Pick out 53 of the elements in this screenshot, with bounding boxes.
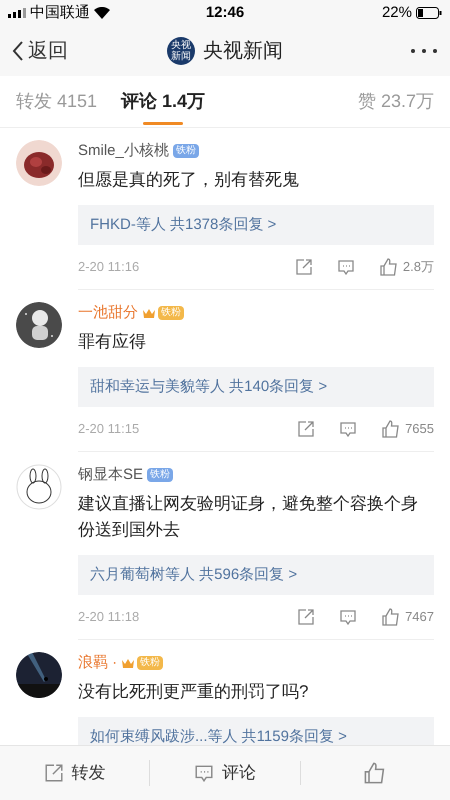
fan-badge: 铁粉 (147, 468, 174, 482)
thumbs-up-icon[interactable] (378, 257, 399, 277)
share-icon[interactable] (297, 420, 316, 438)
comment-text: 但愿是真的死了，别有替死鬼 (78, 168, 300, 190)
share-icon[interactable] (44, 763, 64, 783)
battery-percent: 22% (382, 2, 412, 23)
comment-icon[interactable] (339, 608, 358, 626)
comment-icon[interactable] (194, 763, 214, 783)
share-icon[interactable] (297, 608, 316, 626)
timestamp: 2-20 11:15 (78, 420, 140, 438)
chevron-left-icon (12, 40, 24, 62)
back-button[interactable]: 返回 (12, 36, 112, 66)
like-count: 2.8万 (402, 258, 434, 276)
comment-button[interactable]: 评论 (149, 760, 300, 786)
thumbs-up-icon[interactable] (363, 761, 388, 785)
like-count: 7655 (405, 420, 434, 438)
page-title: 央视新闻 (203, 39, 283, 64)
carrier-name: 中国联通 (30, 2, 90, 23)
comment-icon[interactable] (339, 420, 358, 438)
timestamp: 2-20 11:16 (78, 258, 140, 276)
replies-link[interactable]: 如何束缚风跋涉...等人 共1159条回复 > (78, 716, 434, 745)
like-count: 7467 (405, 608, 434, 626)
tab[interactable]: 转发 4151 (16, 76, 98, 127)
thumbs-up-icon[interactable] (381, 419, 402, 439)
channel-logo: 央视新闻 (167, 37, 195, 65)
fan-badge: 铁粉 (158, 306, 184, 320)
share-icon[interactable] (294, 258, 313, 276)
timestamp: 2-20 11:18 (78, 608, 140, 626)
tab[interactable]: 评论 1.4万 (121, 76, 206, 127)
username[interactable]: 一池甜分 (78, 302, 138, 324)
comment-text: 建议直播让网友验明证身，避免整个容换个身份送到国外去 (78, 492, 419, 540)
clock: 12:46 (206, 2, 244, 23)
wifi-icon (94, 7, 110, 19)
tab[interactable]: 赞 23.7万 (358, 76, 434, 127)
tab-indicator (143, 122, 184, 125)
repost-button[interactable]: 转发 (0, 760, 150, 786)
comment-text: 罪有应得 (78, 330, 147, 352)
replies-link[interactable]: FHKD-等人 共1378条回复 > (78, 204, 434, 245)
fan-badge: 铁粉 (172, 144, 199, 158)
more-icon[interactable] (410, 48, 438, 54)
thumbs-up-icon[interactable] (381, 607, 402, 627)
comment-text: 没有比死刑更严重的刑罚了吗? (78, 680, 310, 702)
signal-icon (8, 8, 26, 18)
crown-icon (142, 307, 156, 320)
username[interactable]: 钢显本SE (78, 464, 144, 486)
replies-link[interactable]: 六月葡萄树等人 共596条回复 > (78, 554, 434, 595)
battery-icon (416, 7, 442, 19)
fan-badge: 铁粉 (137, 656, 164, 670)
username[interactable]: 浪羁 · (78, 652, 118, 674)
comment-icon[interactable] (336, 258, 355, 276)
replies-link[interactable]: 甜和幸运与美貌等人 共140条回复 > (78, 366, 434, 407)
username[interactable]: Smile_小核桃 (78, 140, 169, 162)
crown-icon (121, 657, 136, 670)
